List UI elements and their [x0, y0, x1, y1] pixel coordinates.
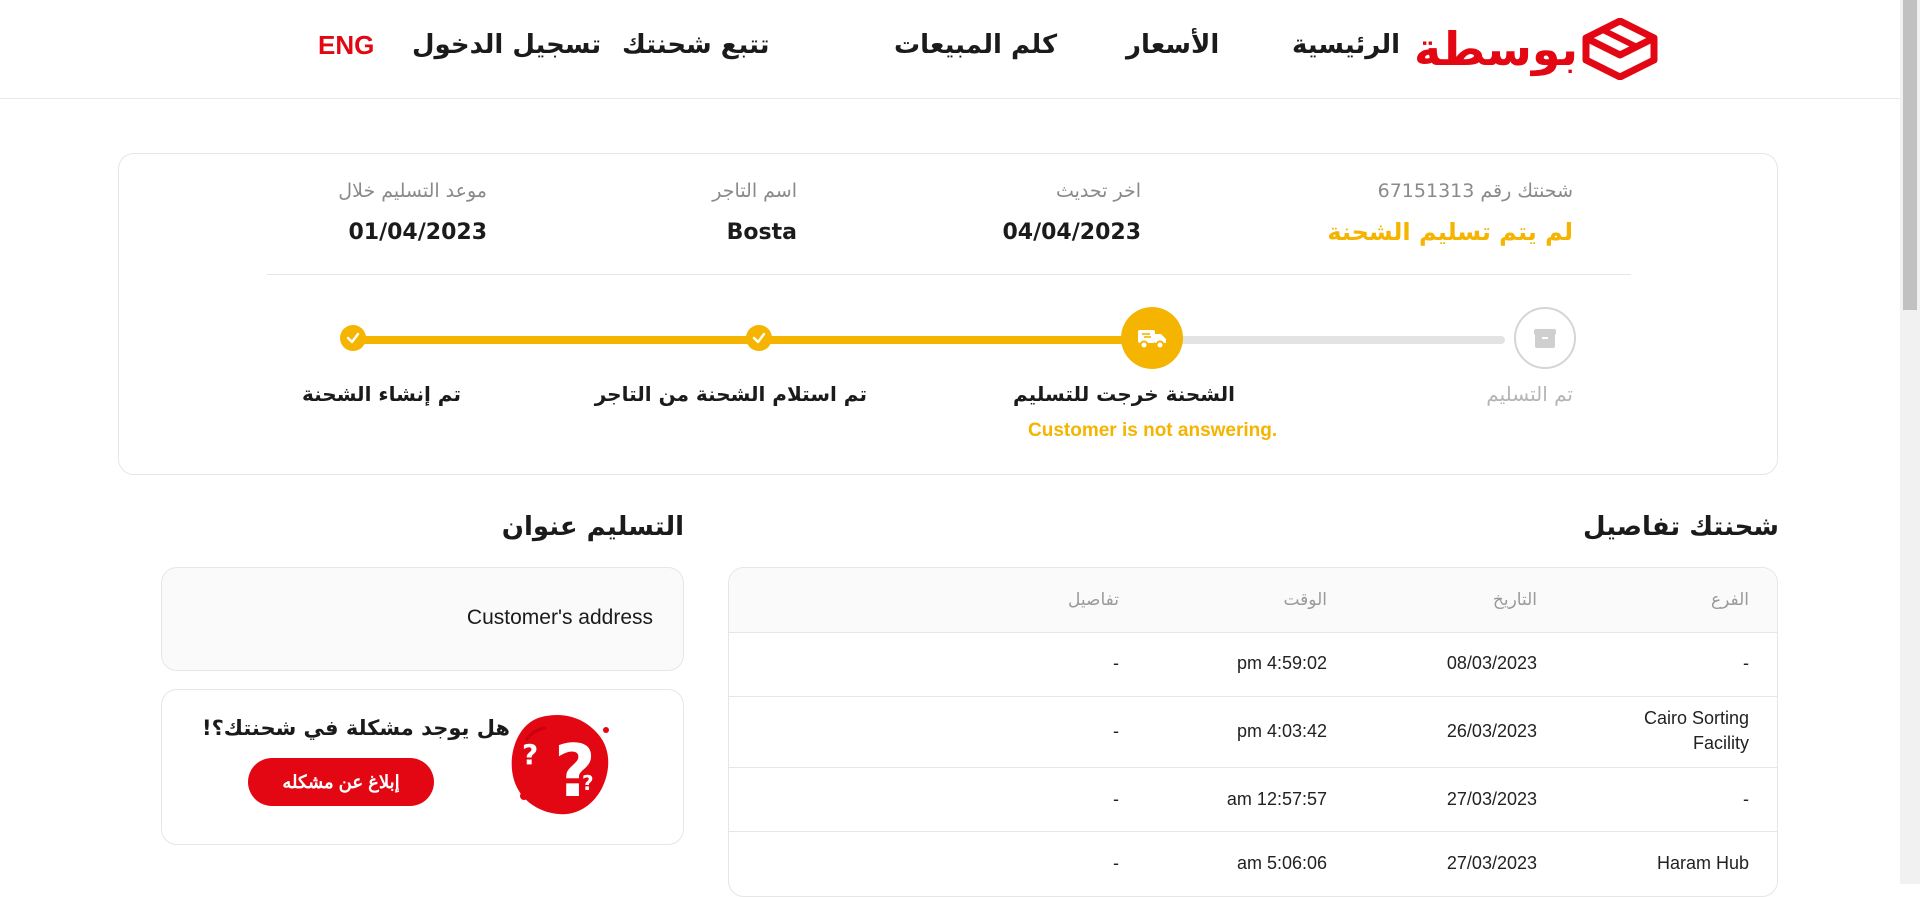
row-date: 08/03/2023	[1446, 653, 1537, 673]
row-branch: -	[1743, 789, 1749, 809]
row-date: 27/03/2023	[1446, 789, 1537, 809]
step-created-label: تم إنشاء الشحنة	[302, 382, 461, 406]
box-logo-icon	[1582, 18, 1658, 80]
table-row: Haram Hub 27/03/2023 am 5:06:06 -	[729, 832, 1777, 896]
address-value: Customer's address	[466, 606, 653, 629]
report-problem-button[interactable]: إبلاغ عن مشكله	[248, 758, 434, 806]
scrollbar-thumb[interactable]	[1903, 0, 1917, 310]
step-note: Customer is not answering.	[1028, 420, 1278, 441]
row-date: 26/03/2023	[1446, 721, 1537, 741]
nav-track-shipment[interactable]: تتبع شحنتك	[622, 30, 770, 60]
merchant-label: اسم التاجر	[712, 180, 797, 202]
report-problem-card: هل يوجد مشكلة في شحنتك؟! إبلاغ عن مشكله …	[161, 689, 684, 845]
row-details: -	[1113, 789, 1119, 809]
problem-question: هل يوجد مشكلة في شحنتك؟!	[202, 716, 510, 740]
svg-text:?: ?	[522, 738, 538, 771]
truck-icon	[1138, 330, 1166, 350]
language-toggle[interactable]: ENG	[318, 30, 374, 61]
table-header: الفرع التاريخ الوقت تفاصيل	[729, 568, 1777, 633]
row-details: -	[1113, 721, 1119, 741]
question-mark-icon: ? ? ?	[511, 714, 609, 815]
step-created-dot	[340, 325, 366, 351]
top-navbar: بوسطة الرئيسية الأسعار كلم المبيعات تتبع…	[0, 0, 1900, 99]
address-title: التسليم عنوان	[501, 512, 684, 542]
nav-sales[interactable]: كلم المبيعات	[894, 30, 1057, 60]
row-date: 27/03/2023	[1446, 853, 1537, 873]
table-row: Cairo Sorting Facility 26/03/2023 pm 4:0…	[729, 697, 1777, 768]
step-out-for-delivery-dot	[1121, 307, 1183, 369]
step-delivered-dot	[1514, 307, 1576, 369]
table-row: - 27/03/2023 am 12:57:57 -	[729, 768, 1777, 832]
last-update-label: اخر تحديث	[1055, 180, 1141, 202]
step-received-dot	[746, 325, 772, 351]
row-time: pm 4:03:42	[1236, 721, 1327, 741]
card-divider	[267, 274, 1631, 275]
step-out-for-delivery-label: الشحنة خرجت للتسليم	[1013, 382, 1235, 406]
shipment-number: شحنتك رقم 67151313	[1377, 180, 1573, 202]
last-update-value: 04/04/2023	[1002, 220, 1141, 245]
row-time: pm 4:59:02	[1236, 653, 1327, 673]
details-table: الفرع التاريخ الوقت تفاصيل - 08/03/2023 …	[728, 567, 1778, 897]
svg-text:?: ?	[582, 771, 594, 795]
check-icon	[752, 332, 766, 344]
col-branch: الفرع	[1710, 590, 1749, 610]
delivery-date-label: موعد التسليم خلال	[338, 180, 487, 202]
step-delivered-label: تم التسليم	[1486, 382, 1573, 406]
brand-name: بوسطة	[1413, 22, 1578, 76]
merchant-value: Bosta	[726, 220, 797, 245]
row-time: am 5:06:06	[1236, 853, 1327, 873]
row-branch: Haram Hub	[1656, 853, 1749, 873]
bosta-logo[interactable]: بوسطة	[1414, 16, 1658, 80]
step-received-label: تم استلام الشحنة من التاجر	[594, 382, 867, 406]
col-details: تفاصيل	[1068, 590, 1119, 610]
shipment-status: لم يتم تسليم الشحنة	[1327, 218, 1573, 246]
col-date: التاريخ	[1492, 590, 1537, 610]
row-branch: -	[1743, 653, 1749, 673]
row-details: -	[1113, 653, 1119, 673]
delivery-date-value: 01/04/2023	[348, 220, 487, 245]
row-branch-line2: Facility	[1692, 733, 1749, 753]
table-row: - 08/03/2023 pm 4:59:02 -	[729, 632, 1777, 697]
check-icon	[346, 332, 360, 344]
row-time: am 12:57:57	[1226, 789, 1327, 809]
nav-home[interactable]: الرئيسية	[1292, 30, 1400, 60]
page-scrollbar[interactable]	[1900, 0, 1920, 884]
col-time: الوقت	[1283, 590, 1327, 610]
row-details: -	[1113, 853, 1119, 873]
address-card: Customer's address	[161, 567, 684, 671]
row-branch: Cairo Sorting	[1643, 708, 1749, 728]
details-title: شحنتك تفاصيل	[1583, 512, 1779, 542]
shipment-status-card: شحنتك رقم 67151313 لم يتم تسليم الشحنة ا…	[118, 153, 1778, 475]
nav-prices[interactable]: الأسعار	[1126, 30, 1219, 60]
nav-login[interactable]: تسجيل الدخول	[412, 30, 601, 60]
box-icon	[1534, 329, 1556, 348]
